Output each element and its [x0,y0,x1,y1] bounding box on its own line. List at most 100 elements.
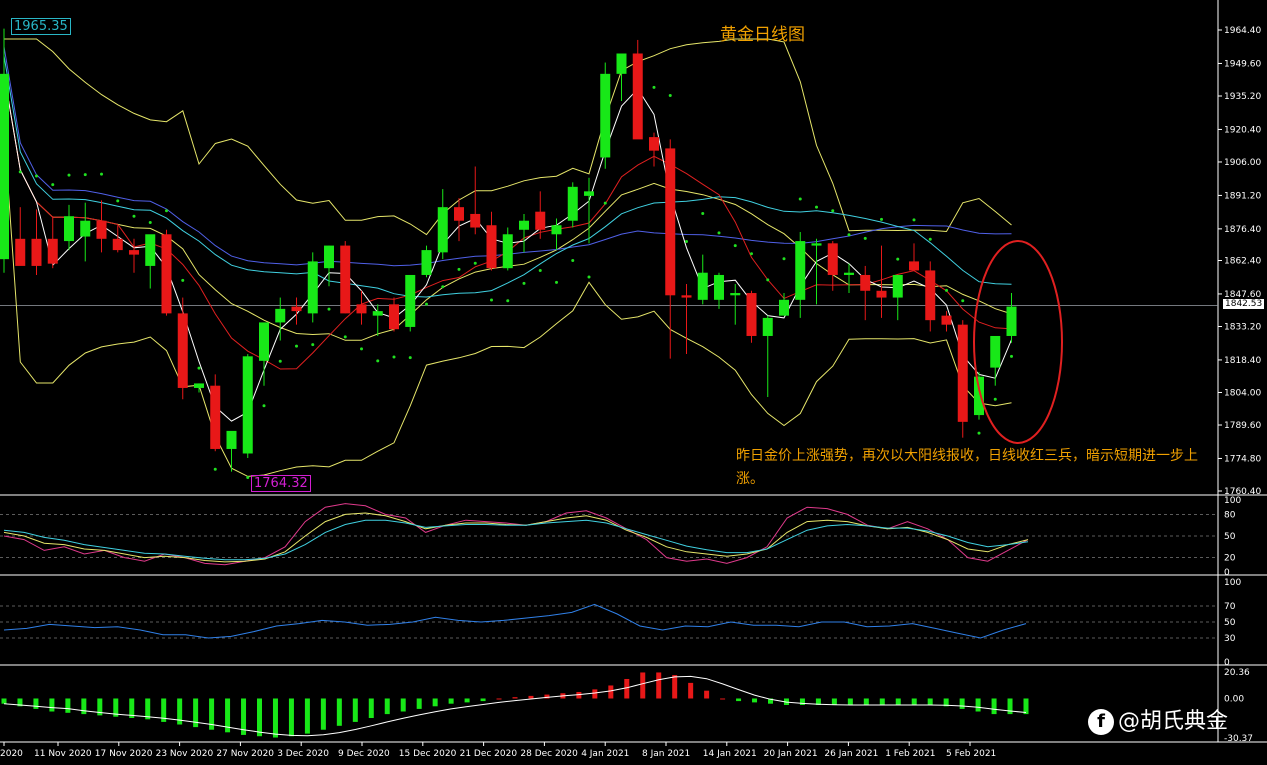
candle-body [437,207,448,253]
macd-bar [1,698,7,704]
candle-body [145,234,156,266]
macd-bar [257,698,262,737]
ma-red-line [3,73,1012,370]
macd-bar [49,698,55,712]
sar-dot [441,285,445,289]
sar-dot [246,475,250,479]
sar-dot [863,236,867,240]
date-tick-label: 17 Nov 2020 [95,749,153,759]
sar-dot [100,172,103,176]
candle-body [909,261,919,271]
price-tick-label: 1935.20 [1224,92,1261,102]
candle-body [600,73,611,158]
sar-dot [668,94,672,98]
sar-dot [490,298,493,302]
annotation-text: 昨日金价上涨强势，再次以大阳线报收，日线收红三兵，暗示短期进一步上涨。 [736,448,1198,487]
macd-bar [33,698,39,709]
sar-dot [522,281,526,285]
candle-body [779,299,789,316]
sar-dot [993,397,997,401]
date-axis: 2020 11 Nov 2020 17 Nov 2020 23 Nov 2020 27 … [0,742,996,759]
macd-bar [352,698,358,722]
macd-bar [496,698,502,700]
macd-bar [927,698,933,705]
sar-dot [360,347,363,351]
sar-dot [733,244,737,248]
price-tick-label: 1789.60 [1224,421,1261,431]
stoch-line [3,503,1029,566]
macd-tick-label: -30.37 [1224,734,1253,744]
low-price-label: 1764.32 [251,475,311,492]
candle-body [421,250,432,275]
price-tick-label: 1774.80 [1224,454,1261,464]
date-tick-label: 5 Feb 2021 [946,749,996,759]
date-tick-label: 20 Jan 2021 [764,749,818,759]
sar-dot [51,183,55,187]
macd-bar [320,698,326,730]
candle-body [161,234,172,314]
sar-dot [262,404,266,408]
macd-bar [704,690,710,699]
macd-bar [432,698,438,707]
candle-body [194,383,204,388]
candle-body [177,313,188,388]
macd-tick-label: 20.36 [1224,668,1250,678]
sar-dot [408,356,412,360]
macd-bar [1007,698,1013,715]
macd-bar [975,698,981,712]
date-tick-label: 2020 [0,749,23,759]
rsi-line [3,603,1027,639]
sar-dot [18,170,22,174]
sar-dot [425,302,428,306]
macd-bar [480,698,486,702]
macd-bar [640,672,646,699]
sar-dot [35,174,38,178]
price-tick-label: 1891.20 [1224,191,1261,201]
chart-canvas: 1964.40 1949.60 1935.20 1920.40 1906.00 1891.… [0,0,1267,759]
macd-bar [752,698,758,703]
candle-body [746,293,757,336]
macd-bar [336,698,342,726]
stoch-tick-label: 50 [1224,532,1236,542]
sar-dot [652,85,656,89]
sar-dot [67,173,71,177]
candle-body [96,220,107,239]
sar-dot [847,233,851,237]
candle-body [291,306,302,312]
sar-dot [701,211,705,215]
sar-dot [1010,354,1013,358]
candle-body [941,315,952,325]
high-price-label: 1965.35 [11,18,71,35]
candle-body [324,245,334,269]
macd-bar [608,685,614,699]
sar-dot [945,288,948,292]
date-tick-label: 23 Nov 2020 [156,749,214,759]
stoch-tick-label: 0 [1224,568,1230,578]
candle-body [730,293,741,296]
candle-body [80,220,91,237]
rsi-tick-label: 30 [1224,634,1236,644]
sar-dot [538,268,542,272]
candle-body [210,385,221,449]
date-tick-label: 28 Dec 2020 [520,749,578,759]
sar-dot [295,344,298,348]
candle-body [844,272,854,275]
sar-dot [506,299,510,303]
chart-title: 黄金日线图 [720,25,805,45]
stoch-tick-label: 20 [1224,554,1236,564]
macd-bar [831,698,837,705]
sar-dot [977,431,981,435]
watermark-text: @胡氏典金 [1118,709,1229,734]
sar-dot [961,299,965,303]
price-tick-label: 1804.00 [1224,388,1261,398]
date-tick-label: 27 Nov 2020 [216,749,274,759]
macd-bar [895,698,901,705]
date-tick-label: 21 Dec 2020 [460,749,518,759]
candle-body [502,234,513,269]
sar-dot [457,267,461,271]
price-tick-label: 1876.40 [1224,225,1261,235]
candle-body [584,191,594,196]
candle-body [795,241,806,300]
logo-icon: f [1088,709,1114,735]
macd-bar [720,698,726,700]
